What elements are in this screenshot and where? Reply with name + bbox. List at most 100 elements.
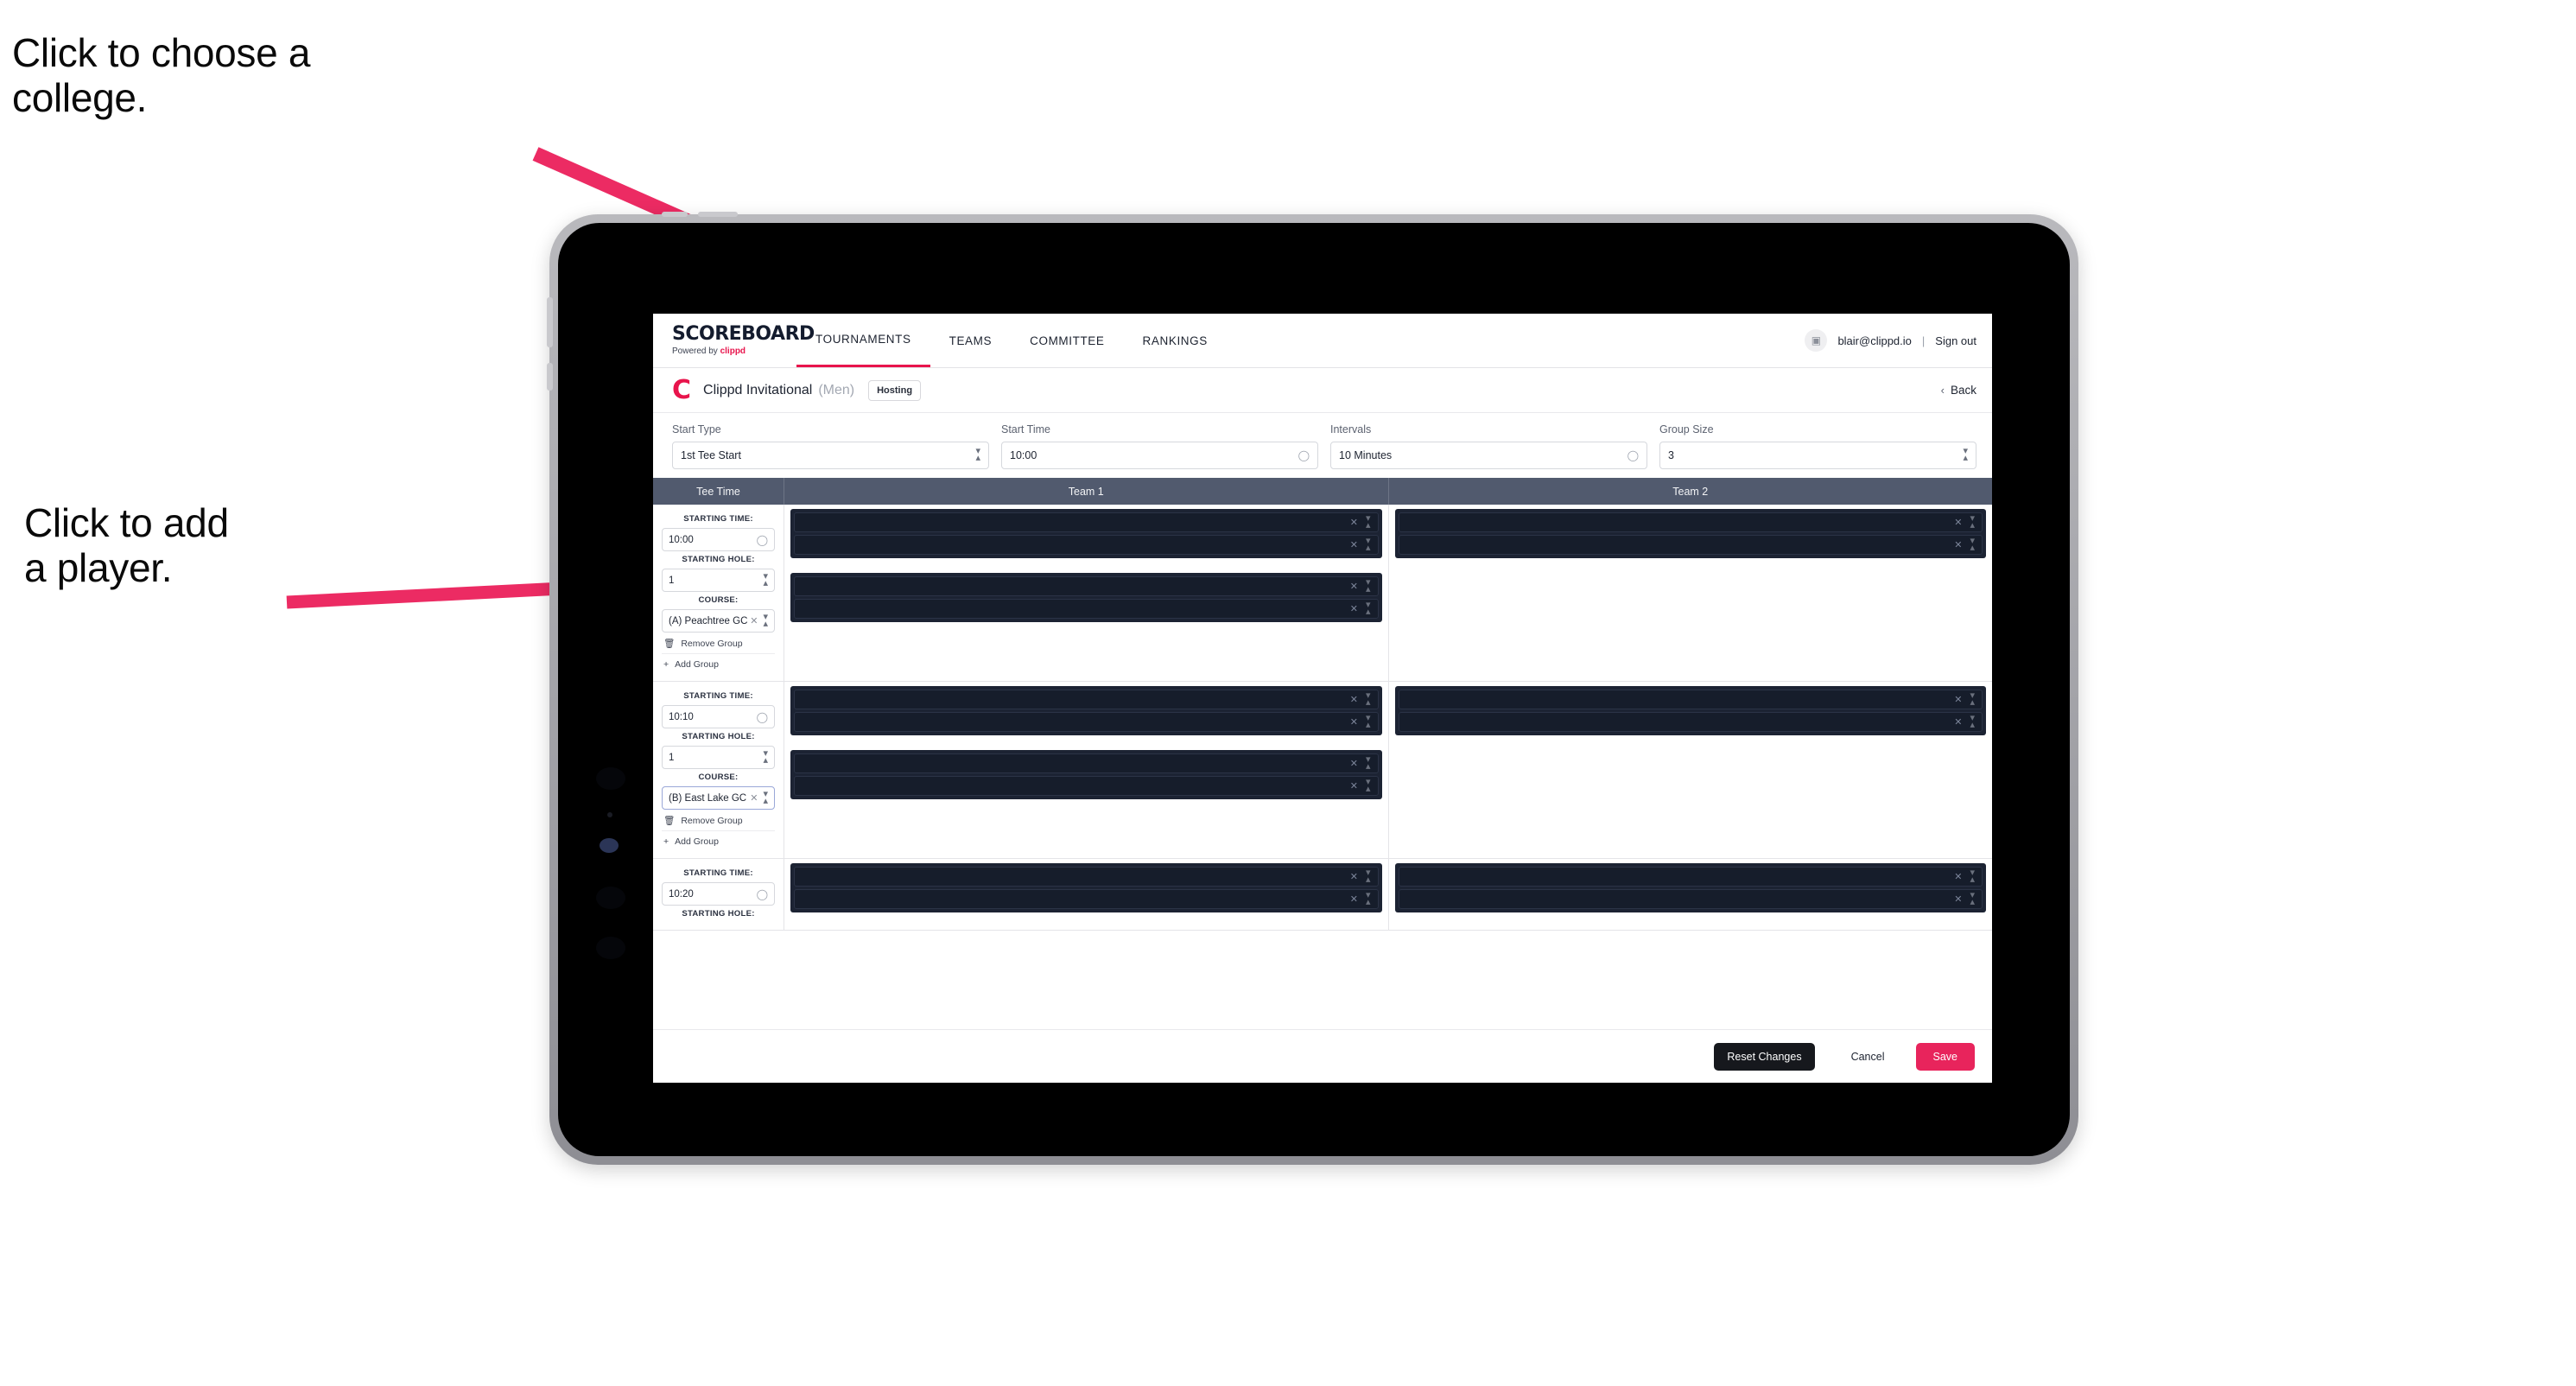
stepper-icon[interactable]: ▾ ▴ [1970, 536, 1975, 552]
clear-x-icon[interactable]: ✕ [750, 615, 758, 626]
player-row[interactable]: ✕ ▾ ▴ [794, 690, 1379, 709]
stepper-icon[interactable]: ▾ ▴ [975, 447, 980, 463]
tournament-gender: (Men) [818, 382, 855, 397]
player-row[interactable]: ✕ ▾ ▴ [794, 535, 1379, 555]
clear-x-icon[interactable]: ✕ [1350, 716, 1358, 728]
tee-time-cell: STARTING TIME: 10:20 ◯ STARTING HOLE: [653, 859, 784, 930]
stepper-icon[interactable]: ▾ ▴ [763, 748, 768, 765]
clear-x-icon[interactable]: ✕ [1350, 758, 1358, 769]
clock-icon[interactable]: ◯ [757, 888, 768, 900]
clock-icon[interactable]: ◯ [757, 534, 768, 546]
player-row[interactable]: ✕ ▾ ▴ [794, 512, 1379, 532]
clear-x-icon[interactable]: ✕ [1954, 694, 1962, 705]
clear-x-icon[interactable]: ✕ [1954, 716, 1962, 728]
add-group-button[interactable]: + Add Group [662, 654, 775, 674]
clear-x-icon[interactable]: ✕ [1350, 780, 1358, 792]
start-time-input[interactable]: 10:00 ◯ [1001, 442, 1318, 469]
save-button[interactable]: Save [1915, 1042, 1975, 1071]
course-label: COURSE: [698, 772, 739, 782]
clear-x-icon[interactable]: ✕ [1350, 539, 1358, 550]
stepper-icon[interactable]: ▾ ▴ [1366, 868, 1371, 884]
nav-item-committee[interactable]: COMMITTEE [1011, 314, 1123, 367]
group-size-select[interactable]: 3 ▾ ▴ [1659, 442, 1976, 469]
scoreboard-logo[interactable]: SCOREBOARD Powered by clippd [672, 325, 815, 357]
user-avatar-icon[interactable]: ▣ [1805, 329, 1828, 352]
player-row[interactable]: ✕ ▾ ▴ [794, 599, 1379, 619]
starting-time-input[interactable]: 10:10 ◯ [662, 705, 775, 728]
nav-account-area: ▣ blair@clippd.io | Sign out [1805, 329, 1976, 352]
player-row[interactable]: ✕ ▾ ▴ [794, 776, 1379, 796]
course-select[interactable]: (A) Peachtree GC ✕ ▾ ▴ [662, 609, 775, 633]
player-group-block: ✕ ▾ ▴ ✕ ▾ ▴ [1394, 509, 1986, 558]
stepper-icon[interactable]: ▾ ▴ [763, 571, 768, 588]
course-select[interactable]: (B) East Lake GC ✕ ▾ ▴ [662, 786, 775, 810]
player-row[interactable]: ✕ ▾ ▴ [1398, 889, 1983, 909]
clear-x-icon[interactable]: ✕ [1954, 517, 1962, 528]
stepper-icon[interactable]: ▾ ▴ [1366, 513, 1371, 530]
add-group-label: Add Group [675, 659, 719, 670]
intervals-input[interactable]: 10 Minutes ◯ [1330, 442, 1647, 469]
reset-changes-button[interactable]: Reset Changes [1714, 1042, 1815, 1071]
starting-hole-input[interactable]: 1 ▾ ▴ [662, 746, 775, 769]
stepper-icon[interactable]: ▾ ▴ [1366, 713, 1371, 729]
nav-item-tournaments[interactable]: TOURNAMENTS [796, 314, 930, 367]
player-row[interactable]: ✕ ▾ ▴ [1398, 867, 1983, 887]
player-row[interactable]: ✕ ▾ ▴ [794, 867, 1379, 887]
volume-up-button[interactable] [547, 297, 553, 347]
tee-sheet-table-body[interactable]: STARTING TIME: 10:00 ◯ STARTING HOLE: 1 … [653, 505, 1992, 1029]
stepper-icon[interactable]: ▾ ▴ [1366, 690, 1371, 707]
stepper-icon[interactable]: ▾ ▴ [1366, 777, 1371, 793]
clear-x-icon[interactable]: ✕ [1350, 581, 1358, 592]
stepper-icon[interactable]: ▾ ▴ [1970, 513, 1975, 530]
stepper-icon[interactable]: ▾ ▴ [1970, 713, 1975, 729]
player-row[interactable]: ✕ ▾ ▴ [1398, 690, 1983, 709]
clear-x-icon[interactable]: ✕ [1350, 603, 1358, 614]
stepper-icon[interactable]: ▾ ▴ [763, 612, 768, 628]
stepper-icon[interactable]: ▾ ▴ [1366, 890, 1371, 906]
clear-x-icon[interactable]: ✕ [1954, 893, 1962, 905]
stepper-icon[interactable]: ▾ ▴ [1970, 690, 1975, 707]
stepper-icon[interactable]: ▾ ▴ [1963, 447, 1968, 463]
clear-x-icon[interactable]: ✕ [750, 792, 758, 804]
starting-time-value: 10:00 [669, 534, 694, 545]
clock-icon[interactable]: ◯ [757, 711, 768, 723]
starting-time-input[interactable]: 10:00 ◯ [662, 528, 775, 551]
stepper-icon[interactable]: ▾ ▴ [1366, 536, 1371, 552]
stepper-icon[interactable]: ▾ ▴ [1366, 577, 1371, 594]
player-row[interactable]: ✕ ▾ ▴ [1398, 512, 1983, 532]
nav-item-rankings[interactable]: RANKINGS [1124, 314, 1227, 367]
stepper-icon[interactable]: ▾ ▴ [763, 789, 768, 805]
back-link[interactable]: ‹ Back [1941, 384, 1976, 397]
clock-icon[interactable]: ◯ [1298, 449, 1310, 461]
group-size-value: 3 [1668, 449, 1674, 461]
cancel-button[interactable]: Cancel [1832, 1043, 1904, 1071]
clear-x-icon[interactable]: ✕ [1350, 517, 1358, 528]
nav-item-teams[interactable]: TEAMS [930, 314, 1012, 367]
start-type-select[interactable]: 1st Tee Start ▾ ▴ [672, 442, 989, 469]
clear-x-icon[interactable]: ✕ [1350, 694, 1358, 705]
tournament-header-bar: C Clippd Invitational (Men) Hosting ‹ Ba… [653, 368, 1992, 413]
stepper-icon[interactable]: ▾ ▴ [1970, 868, 1975, 884]
clear-x-icon[interactable]: ✕ [1350, 893, 1358, 905]
stepper-icon[interactable]: ▾ ▴ [1366, 754, 1371, 771]
starting-hole-input[interactable]: 1 ▾ ▴ [662, 569, 775, 592]
player-row[interactable]: ✕ ▾ ▴ [1398, 535, 1983, 555]
add-group-button[interactable]: + Add Group [662, 831, 775, 851]
player-row[interactable]: ✕ ▾ ▴ [1398, 712, 1983, 732]
player-row[interactable]: ✕ ▾ ▴ [794, 889, 1379, 909]
remove-group-button[interactable]: 🗑 Remove Group [662, 633, 775, 654]
clear-x-icon[interactable]: ✕ [1954, 539, 1962, 550]
table-row: STARTING TIME: 10:20 ◯ STARTING HOLE: ✕ ▾… [653, 859, 1992, 931]
volume-down-button[interactable] [547, 363, 553, 391]
starting-time-input[interactable]: 10:20 ◯ [662, 882, 775, 906]
clear-x-icon[interactable]: ✕ [1350, 871, 1358, 882]
clear-x-icon[interactable]: ✕ [1954, 871, 1962, 882]
sign-out-link[interactable]: Sign out [1935, 334, 1976, 347]
clock-icon[interactable]: ◯ [1627, 449, 1639, 461]
stepper-icon[interactable]: ▾ ▴ [1366, 600, 1371, 616]
player-row[interactable]: ✕ ▾ ▴ [794, 753, 1379, 773]
stepper-icon[interactable]: ▾ ▴ [1970, 890, 1975, 906]
player-row[interactable]: ✕ ▾ ▴ [794, 712, 1379, 732]
player-row[interactable]: ✕ ▾ ▴ [794, 576, 1379, 596]
remove-group-button[interactable]: 🗑 Remove Group [662, 810, 775, 831]
